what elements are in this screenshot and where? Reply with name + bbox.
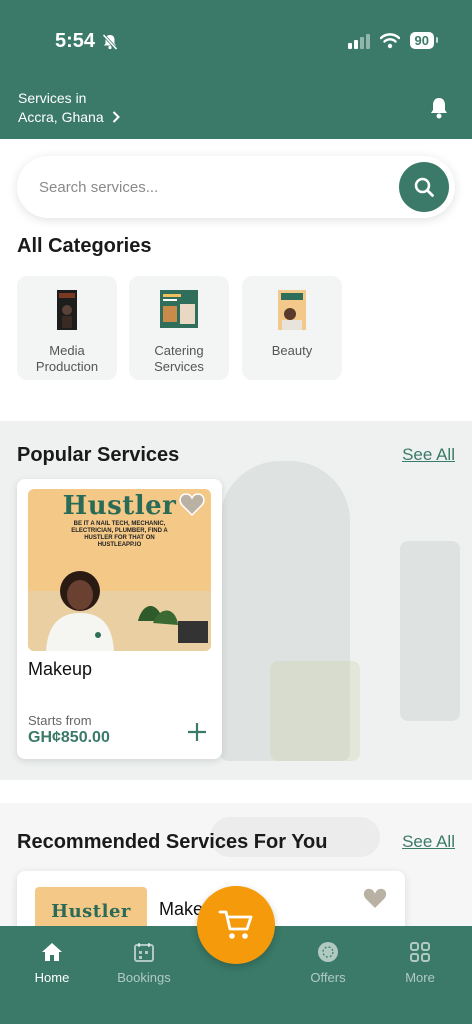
- add-to-cart-plus-icon[interactable]: [186, 721, 208, 743]
- beauty-thumbnail: [278, 290, 306, 330]
- favorite-heart-icon[interactable]: [179, 493, 205, 517]
- location-label: Services in: [18, 90, 87, 106]
- service-title: Makeup: [28, 659, 93, 679]
- battery-indicator: 90: [409, 32, 439, 49]
- recommended-title: Recommended Services For You: [17, 831, 328, 853]
- tab-home[interactable]: Home: [12, 940, 92, 985]
- recommended-see-all-link[interactable]: See All: [402, 832, 455, 852]
- app-header: 5:54 90 Services in Accra, Ghana: [0, 0, 472, 139]
- tab-offers[interactable]: Offers: [288, 940, 368, 985]
- category-media-production[interactable]: Media Production: [17, 276, 117, 380]
- status-time: 5:54: [55, 30, 119, 53]
- clock-text: 5:54: [55, 30, 96, 52]
- tab-label: Bookings: [117, 970, 171, 985]
- calendar-icon: [134, 943, 154, 962]
- tab-bookings[interactable]: Bookings: [104, 940, 184, 985]
- location-value: Accra, Ghana: [18, 109, 104, 125]
- wifi-icon: [379, 32, 400, 48]
- tab-label: More: [405, 970, 435, 985]
- category-label: Beauty: [271, 343, 313, 358]
- mute-bell-icon: [102, 33, 118, 50]
- starts-from-label: Starts from: [28, 713, 92, 728]
- woman-with-laptop-illustration: [28, 571, 211, 651]
- search-input[interactable]: [39, 156, 379, 218]
- popular-see-all-link[interactable]: See All: [402, 445, 455, 465]
- location-selector[interactable]: Accra, Ghana: [18, 109, 120, 125]
- poster-title: Hustler: [51, 901, 131, 922]
- tab-label: Home: [34, 970, 70, 985]
- cellular-signal-icon: [347, 33, 370, 49]
- media-production-thumbnail: [57, 290, 77, 330]
- categories-title: All Categories: [17, 235, 152, 257]
- favorite-heart-icon[interactable]: [362, 887, 388, 911]
- catering-services-thumbnail: [160, 290, 198, 328]
- chevron-right-icon: [112, 111, 120, 123]
- tab-label: Offers: [310, 970, 346, 985]
- service-price: GH¢850.00: [28, 729, 110, 746]
- notification-bell-icon[interactable]: [428, 96, 450, 120]
- cart-button[interactable]: [197, 886, 275, 964]
- category-catering-services[interactable]: Catering Services: [129, 276, 229, 380]
- recommended-service-title: Make: [159, 899, 204, 919]
- category-label: Catering Services: [154, 343, 204, 374]
- grid-icon: [410, 942, 430, 962]
- poster-text: BE IT A NAIL TECH, MECHANIC, ELECTRICIAN…: [71, 521, 168, 548]
- shopping-cart-icon: [218, 910, 253, 939]
- status-indicators: 90: [347, 32, 439, 49]
- search-bar: [17, 156, 455, 218]
- offers-icon: [318, 942, 338, 962]
- category-beauty[interactable]: Beauty: [242, 276, 342, 380]
- search-button[interactable]: [399, 162, 449, 212]
- tab-more[interactable]: More: [380, 940, 460, 985]
- search-icon: [414, 177, 434, 197]
- home-icon: [42, 943, 62, 961]
- service-card-makeup[interactable]: Hustler BE IT A NAIL TECH, MECHANIC, ELE…: [17, 479, 222, 759]
- category-label: Media Production: [35, 343, 99, 374]
- popular-services-title: Popular Services: [17, 444, 180, 466]
